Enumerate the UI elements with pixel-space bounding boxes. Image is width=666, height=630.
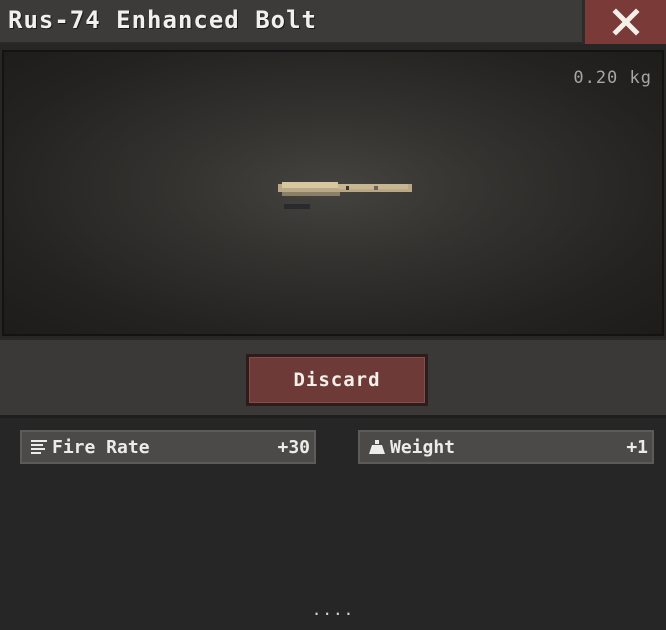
more-indicator: .... — [311, 600, 355, 619]
stat-label: Weight — [390, 436, 456, 458]
item-weight: 0.20 kg — [573, 68, 652, 88]
window-title: Rus-74 Enhanced Bolt — [8, 6, 317, 34]
discard-button[interactable]: Discard — [246, 354, 428, 406]
weight-icon — [366, 436, 388, 458]
stat-value: +30 — [277, 436, 310, 458]
close-icon — [611, 8, 640, 36]
title-bar: Rus-74 Enhanced Bolt — [0, 0, 666, 44]
stat-label: Fire Rate — [52, 436, 150, 458]
stat-value: +1 — [626, 436, 648, 458]
close-button[interactable] — [582, 0, 666, 44]
action-bar: Discard — [0, 338, 666, 418]
stat-weight: Weight +1 — [358, 430, 654, 464]
bolt-item-icon — [278, 182, 412, 209]
stat-fire-rate: Fire Rate +30 — [20, 430, 316, 464]
fire-rate-icon — [28, 436, 50, 458]
item-preview-panel: 0.20 kg — [2, 50, 664, 336]
